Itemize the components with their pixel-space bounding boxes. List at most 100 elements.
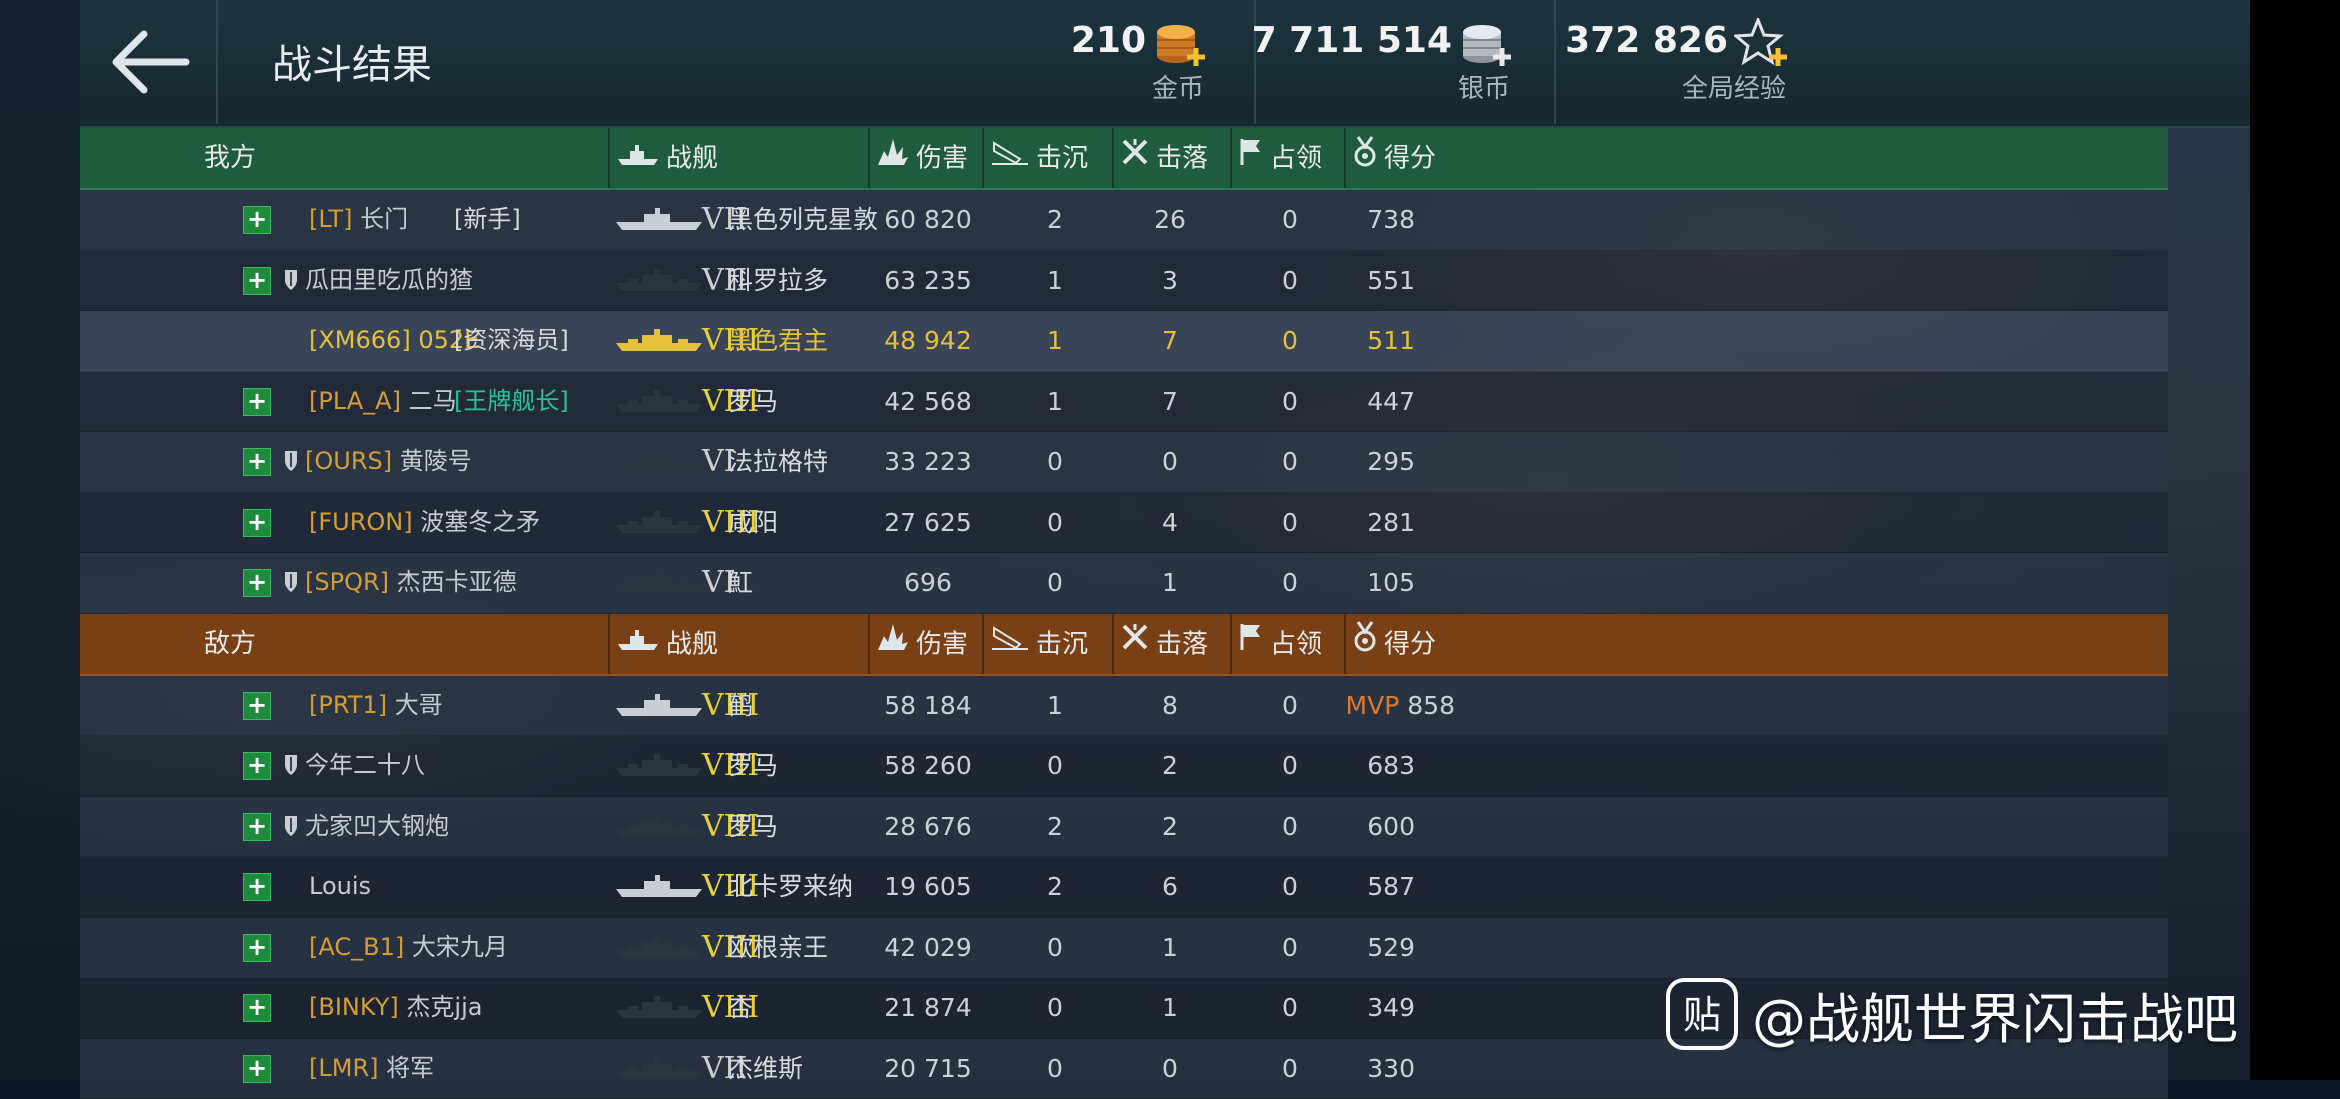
back-button[interactable]	[80, 0, 218, 124]
back-arrow-icon	[106, 28, 190, 96]
stat-damage: 696	[858, 553, 998, 612]
column-header-label: 占领	[1270, 629, 1322, 659]
player-row[interactable]: +[PLA_A] 二马[王牌舰长]VIII罗马42 568170447	[80, 372, 2168, 433]
watermark-text: @战舰世界闪击战吧	[1752, 975, 2238, 1054]
add-friend-button[interactable]: +	[243, 569, 271, 597]
player-name: [BINKY] 杰克jja	[309, 978, 482, 1037]
stat-score-value: 858	[1407, 691, 1455, 720]
clan-tag: [BINKY]	[309, 993, 406, 1021]
player-row[interactable]: +[FURON] 波塞冬之矛VIII咸阳27 625040281	[80, 493, 2168, 554]
add-friend-button[interactable]: +	[243, 1055, 271, 1083]
stat-damage: 58 184	[858, 676, 998, 735]
gold-currency[interactable]: 210 金币	[960, 0, 1254, 124]
column-header-planes[interactable]: 击落	[1120, 128, 1208, 188]
silver-label: 银币	[1458, 68, 1510, 105]
player-nickname: 大哥	[395, 691, 443, 719]
add-friend-button[interactable]: +	[243, 934, 271, 962]
gold-label: 金币	[1152, 68, 1204, 105]
column-header-score[interactable]: 得分	[1352, 128, 1436, 188]
stat-sunk: 2	[1015, 797, 1095, 856]
player-row[interactable]: +[SPQR] 杰西卡亚德VI魟696010105	[80, 553, 2168, 614]
player-nickname: 波塞冬之矛	[420, 508, 540, 536]
add-friend-button[interactable]: +	[243, 813, 271, 841]
column-header-ship[interactable]: 战舰	[616, 614, 718, 674]
ship-name: 欧根亲王	[728, 918, 828, 977]
player-name: [PRT1] 大哥	[309, 676, 443, 735]
player-row[interactable]: [XM666] 052E[资深海员]VIII黑色君主48 942170511	[80, 311, 2168, 372]
ship-silhouette-icon	[614, 511, 704, 539]
ship-silhouette-icon	[614, 208, 704, 236]
svg-text:贴: 贴	[1683, 993, 1721, 1037]
player-row[interactable]: +瓜田里吃瓜的猹VII科罗拉多63 235130551	[80, 251, 2168, 312]
player-row[interactable]: +LouisVIII北卡罗来纳19 605260587	[80, 857, 2168, 918]
column-header-sunk[interactable]: 击沉	[990, 614, 1088, 674]
column-header-capture[interactable]: 占领	[1238, 614, 1322, 674]
stat-damage: 20 715	[858, 1039, 998, 1098]
stat-capture: 0	[1250, 736, 1330, 795]
add-friend-button[interactable]: +	[243, 267, 271, 295]
xp-currency[interactable]: 372 826 全局经验	[1554, 0, 1832, 124]
player-row[interactable]: +[PRT1] 大哥VIII鹤58 184180MVP858	[80, 676, 2168, 737]
add-friend-button[interactable]: +	[243, 692, 271, 720]
stat-damage: 60 820	[858, 190, 998, 249]
stat-score: MVP858	[1285, 676, 1455, 735]
stat-planes: 3	[1130, 251, 1210, 310]
column-header-label: 击落	[1156, 629, 1208, 659]
stat-sunk: 0	[1015, 736, 1095, 795]
column-header-label: 击落	[1156, 144, 1208, 174]
stat-sunk: 1	[1015, 676, 1095, 735]
add-friend-button[interactable]: +	[243, 388, 271, 416]
add-friend-button[interactable]: +	[243, 994, 271, 1022]
column-header-label: 伤害	[916, 629, 968, 659]
player-name: Louis	[309, 857, 371, 916]
stat-score: 330	[1345, 1039, 1415, 1098]
column-header-ship[interactable]: 战舰	[616, 128, 718, 188]
add-friend-button[interactable]: +	[243, 206, 271, 234]
stat-planes: 0	[1130, 432, 1210, 491]
stat-damage: 48 942	[858, 311, 998, 370]
ship-name: 罗马	[728, 797, 778, 856]
column-divider	[868, 614, 870, 674]
ship-silhouette-icon	[614, 450, 704, 478]
stat-capture: 0	[1250, 978, 1330, 1037]
ship-silhouette-icon	[614, 390, 704, 418]
add-friend-button[interactable]: +	[243, 509, 271, 537]
player-row[interactable]: +尤家凹大钢炮VIII罗马28 676220600	[80, 797, 2168, 858]
add-friend-button[interactable]: +	[243, 752, 271, 780]
stat-damage: 63 235	[858, 251, 998, 310]
player-row[interactable]: +[AC_B1] 大宋九月VIII欧根亲王42 029010529	[80, 918, 2168, 979]
player-name: [AC_B1] 大宋九月	[309, 918, 508, 977]
stat-planes: 8	[1130, 676, 1210, 735]
player-row[interactable]: +[OURS] 黄陵号VI法拉格特33 223000295	[80, 432, 2168, 493]
player-row[interactable]: +[LT] 长门[新手]VII黑色列克星敦60 8202260738	[80, 190, 2168, 251]
add-friend-button[interactable]: +	[243, 448, 271, 476]
player-rank: [王牌舰长]	[454, 372, 569, 431]
clan-tag: [FURON]	[309, 508, 420, 536]
column-header-label: 伤害	[916, 144, 968, 174]
top-bar: 战斗结果 210 金币 7 711 514 银币 372 826 全局经验	[80, 0, 2250, 128]
shield-icon	[283, 449, 299, 477]
stat-damage: 58 260	[858, 736, 998, 795]
ship-name: 罗马	[728, 372, 778, 431]
stat-sunk: 0	[1015, 493, 1095, 552]
clan-tag: [PRT1]	[309, 691, 395, 719]
medal-icon	[1352, 129, 1378, 189]
column-header-damage[interactable]: 伤害	[876, 614, 968, 674]
add-friend-button[interactable]: +	[243, 873, 271, 901]
stat-damage: 19 605	[858, 857, 998, 916]
column-header-label: 战舰	[666, 144, 718, 174]
silver-currency[interactable]: 7 711 514 银币	[1254, 0, 1556, 124]
mvp-badge: MVP	[1346, 691, 1400, 720]
player-row[interactable]: +今年二十八VIII罗马58 260020683	[80, 736, 2168, 797]
planes-shot-icon	[1120, 614, 1150, 674]
column-header-sunk[interactable]: 击沉	[990, 128, 1088, 188]
column-header-score[interactable]: 得分	[1352, 614, 1436, 674]
column-header-planes[interactable]: 击落	[1120, 614, 1208, 674]
sunk-icon	[990, 129, 1030, 189]
column-header-capture[interactable]: 占领	[1238, 128, 1322, 188]
player-name: [LT] 长门	[309, 190, 408, 249]
stat-sunk: 0	[1015, 553, 1095, 612]
shield-icon	[283, 814, 299, 842]
stat-planes: 2	[1130, 736, 1210, 795]
column-header-damage[interactable]: 伤害	[876, 128, 968, 188]
